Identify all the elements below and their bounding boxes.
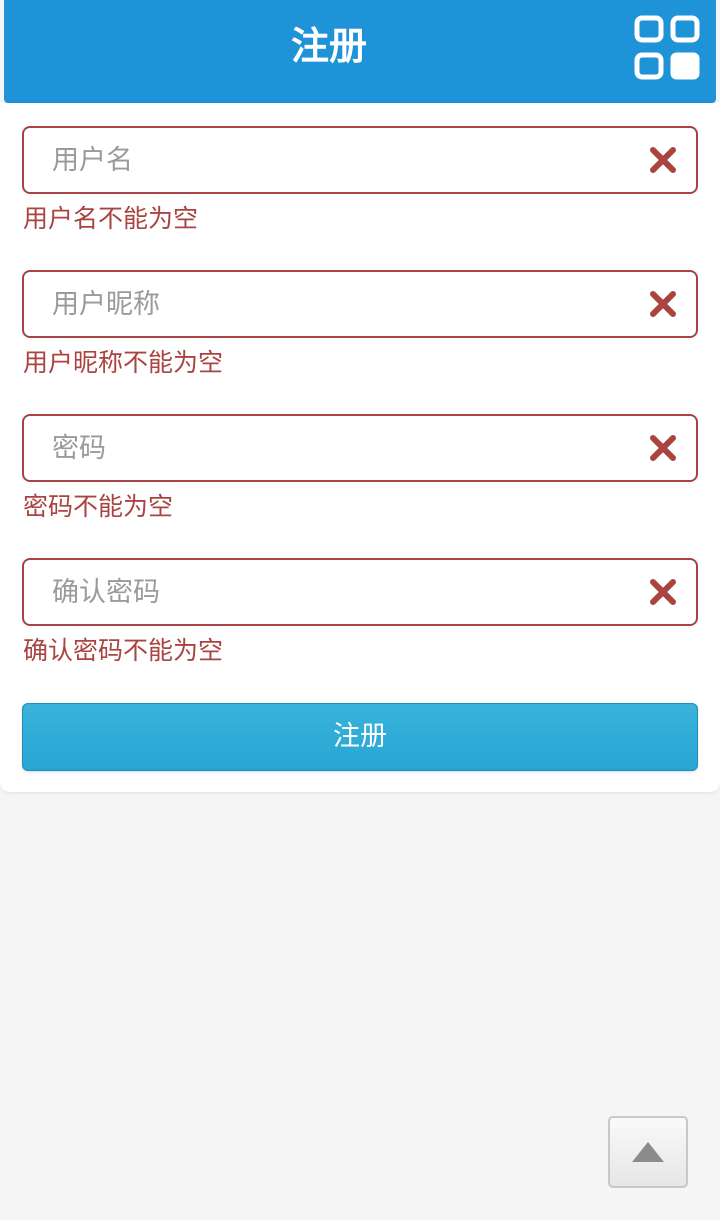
scroll-to-top-button[interactable] (608, 1116, 688, 1188)
register-button[interactable]: 注册 (22, 703, 698, 771)
password-input[interactable] (24, 416, 652, 480)
grid-menu-icon (630, 14, 704, 84)
clear-x-icon[interactable] (648, 433, 678, 463)
clear-x-icon[interactable] (648, 577, 678, 607)
username-input[interactable] (24, 128, 652, 192)
confirm-password-error: 确认密码不能为空 (23, 636, 224, 665)
register-form: 用户名不能为空 用户昵称不能为空 密码不能为空 确认密码不能为空 注册 (0, 103, 720, 792)
menu-button[interactable] (630, 14, 704, 84)
username-field[interactable] (22, 126, 698, 194)
password-error: 密码不能为空 (23, 492, 174, 521)
nickname-field[interactable] (22, 270, 698, 338)
app-header: 注册 (4, 0, 716, 103)
password-field[interactable] (22, 414, 698, 482)
page-title: 注册 (290, 24, 367, 68)
confirm-password-field[interactable] (22, 558, 698, 626)
nickname-error: 用户昵称不能为空 (23, 348, 224, 377)
nickname-input[interactable] (24, 272, 652, 336)
username-error: 用户名不能为空 (23, 204, 199, 233)
confirm-password-input[interactable] (24, 560, 652, 624)
clear-x-icon[interactable] (648, 145, 678, 175)
clear-x-icon[interactable] (648, 289, 678, 319)
